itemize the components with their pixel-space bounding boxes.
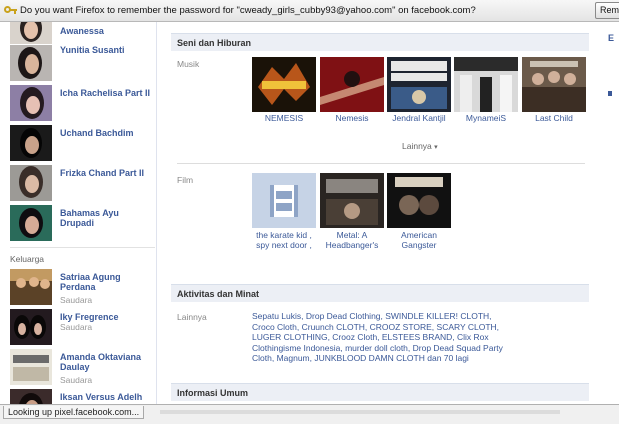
music-item-thumb[interactable] <box>522 57 586 112</box>
divider <box>177 163 585 164</box>
other-label: Lainnya <box>177 312 207 322</box>
family-item[interactable]: Iksan Versus Adelh <box>10 389 155 404</box>
family-name[interactable]: Iky Fregrence <box>60 312 155 322</box>
family-name[interactable]: Iksan Versus Adelh <box>60 392 155 402</box>
section-arts-heading: Seni dan Hiburan <box>171 33 589 51</box>
music-item-caption[interactable]: Nemesis <box>320 113 384 123</box>
family-avatar[interactable] <box>10 349 52 385</box>
friend-name[interactable]: Awanessa <box>60 26 155 36</box>
music-item-caption[interactable]: Last Child <box>522 113 586 123</box>
horizontal-scrollbar[interactable] <box>160 410 560 414</box>
friend-avatar[interactable] <box>10 165 52 201</box>
friend-name[interactable]: Bahamas Ayu Drupadi <box>60 208 155 228</box>
family-item[interactable]: Iky Fregrence Saudara <box>10 309 155 349</box>
film-item-caption[interactable]: the karate kid , <box>247 230 321 240</box>
family-heading: Keluarga <box>10 254 45 264</box>
music-item-thumb[interactable] <box>252 57 316 112</box>
friend-name[interactable]: Yunitia Susanti <box>60 45 155 55</box>
status-text: Looking up pixel.facebook.com... <box>3 406 145 419</box>
music-item-caption[interactable]: Jendral Kantjil <box>383 113 455 123</box>
friend-avatar[interactable] <box>10 205 52 241</box>
family-item[interactable]: Satriaa Agung Perdana Saudara <box>10 269 155 309</box>
friend-name[interactable]: Frizka Chand Part II <box>60 168 155 178</box>
friend-avatar[interactable] <box>10 85 52 121</box>
music-item-caption[interactable]: MynameiS <box>454 113 518 123</box>
family-relation: Saudara <box>60 322 93 332</box>
film-item-caption[interactable]: Metal: A <box>316 230 388 240</box>
family-relation: Saudara <box>60 295 93 305</box>
music-item-thumb[interactable] <box>387 57 451 112</box>
music-label: Musik <box>177 59 200 69</box>
music-item-thumb[interactable] <box>320 57 384 112</box>
family-item[interactable]: Amanda Oktaviana Daulay Saudara <box>10 349 155 389</box>
friend-avatar[interactable] <box>10 22 52 44</box>
family-relation: Saudara <box>60 375 93 385</box>
family-name[interactable]: Satriaa Agung Perdana <box>60 272 155 292</box>
chevron-down-icon: ▾ <box>434 144 438 151</box>
browser-status-bar: Looking up pixel.facebook.com... <box>0 404 619 424</box>
family-avatar[interactable] <box>10 309 52 345</box>
friends-sidebar: Awanessa Yunitia Susanti Icha Rachelisa … <box>0 22 157 404</box>
remember-password-button[interactable]: Rem <box>595 2 619 19</box>
music-item-caption[interactable]: NEMESIS <box>252 113 316 123</box>
film-label: Film <box>177 175 194 185</box>
password-notification-bar: Do you want Firefox to remember the pass… <box>0 0 619 22</box>
section-activities-heading: Aktivitas dan Minat <box>171 284 589 302</box>
film-item-thumb[interactable] <box>320 173 384 228</box>
right-marker <box>608 91 612 96</box>
friend-name[interactable]: Uchand Bachdim <box>60 128 155 138</box>
key-icon <box>3 4 17 18</box>
profile-info-main: Seni dan Hiburan Musik NEMESIS Nemesis J… <box>171 22 591 404</box>
music-item-thumb[interactable] <box>454 57 518 112</box>
film-item-caption[interactable]: American <box>387 230 451 240</box>
film-item-caption[interactable]: Gangster <box>387 240 451 250</box>
film-item-caption[interactable]: spy next door , <box>247 240 321 250</box>
divider <box>10 247 155 248</box>
music-more-link[interactable]: Lainnya ▾ <box>402 141 438 151</box>
friend-item[interactable]: Icha Rachelisa Part II <box>10 85 155 125</box>
notification-message: Do you want Firefox to remember the pass… <box>20 5 476 16</box>
friend-item[interactable]: Uchand Bachdim <box>10 125 155 165</box>
friend-avatar[interactable] <box>10 125 52 161</box>
right-column-edge: E <box>600 22 619 404</box>
music-more-label[interactable]: Lainnya <box>402 141 432 151</box>
family-avatar[interactable] <box>10 389 52 404</box>
right-link-fragment[interactable]: E <box>608 33 614 43</box>
film-item-thumb[interactable] <box>387 173 451 228</box>
family-avatar[interactable] <box>10 269 52 305</box>
friend-name[interactable]: Icha Rachelisa Part II <box>60 88 155 98</box>
friend-avatar[interactable] <box>10 45 52 81</box>
friend-item[interactable]: Frizka Chand Part II <box>10 165 155 205</box>
friend-item[interactable]: Yunitia Susanti <box>10 45 155 85</box>
film-item-caption[interactable]: Headbanger's <box>316 240 388 250</box>
section-general-heading: Informasi Umum <box>171 383 589 401</box>
friend-item[interactable]: Bahamas Ayu Drupadi <box>10 205 155 245</box>
family-name[interactable]: Amanda Oktaviana Daulay <box>60 352 155 372</box>
other-interests-links[interactable]: Sepatu Lukis, Drop Dead Clothing, SWINDL… <box>252 311 512 364</box>
film-item-thumb[interactable] <box>252 173 316 228</box>
